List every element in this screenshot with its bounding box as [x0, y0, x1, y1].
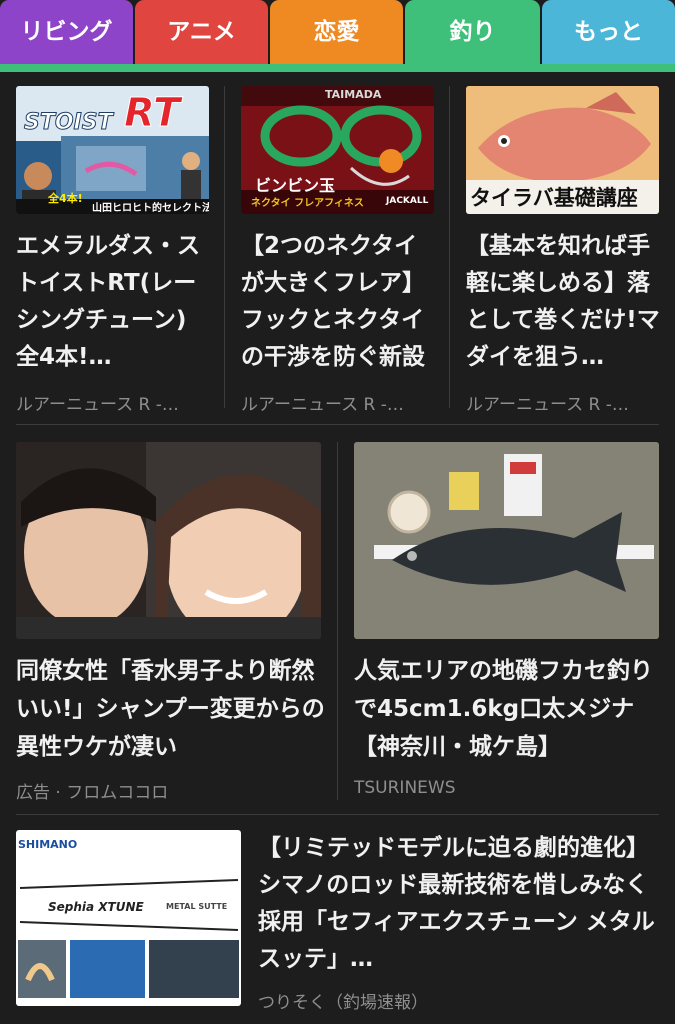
thumb-sub-text: RT: [123, 90, 181, 137]
column-divider: [337, 442, 338, 800]
tab-fishing[interactable]: 釣り: [405, 0, 540, 72]
article-thumbnail-tairaba[interactable]: タイラバ基礎講座: [466, 86, 659, 214]
article-title[interactable]: エメラルダス・ストイストRT(レーシングチューン) 全4本!…: [16, 228, 214, 378]
column-divider: [449, 86, 450, 408]
thumb-maker-text: JACKALL: [386, 196, 429, 206]
row-divider: [16, 424, 659, 425]
thumb-brand-text: SHIMANO: [18, 838, 78, 851]
category-tab-bar: リビング アニメ 恋愛 釣り もっと: [0, 0, 675, 72]
thumb-brand-text: STOIST: [24, 110, 114, 136]
article-thumbnail-sephia-xtune[interactable]: SHIMANO Sephia XTUNE METAL SUTTE: [16, 830, 241, 1006]
column-divider: [224, 86, 225, 408]
article-title[interactable]: 【リミテッドモデルに迫る劇的進化】シマノのロッド最新技術を惜しみなく採用「セフィ…: [258, 830, 663, 980]
article-source: TSURINEWS: [354, 778, 456, 798]
thumb-tag-text: 山田ヒロヒト的セレクト法: [92, 203, 209, 214]
thumb-caption-text: タイラバ基礎講座: [470, 186, 638, 210]
ad-thumbnail-couple-photo[interactable]: [16, 442, 321, 639]
thumb-brand-text: TAIMADA: [325, 88, 382, 101]
article-title[interactable]: 【基本を知れば手軽に楽しめる】落として巻くだけ!マダイを狙う…: [466, 228, 664, 378]
row-divider: [16, 814, 659, 815]
tab-anime[interactable]: アニメ: [135, 0, 268, 64]
tab-more[interactable]: もっと: [542, 0, 675, 64]
thumb-banner-text: 全4本!: [48, 192, 83, 205]
ad-source-label: 広告 · フロムココロ: [16, 783, 169, 803]
article-thumbnail-binbin-dama[interactable]: TAIMADA ビンビン玉 ネクタイ フレアフィネス JACKALL: [241, 86, 434, 214]
tab-living[interactable]: リビング: [0, 0, 133, 64]
ad-title[interactable]: 同僚女性「香水男子より断然いい!」シャンプー変更からの異性ウケが凄い: [16, 652, 332, 772]
thumb-product-text: Sephia XTUNE: [48, 900, 144, 914]
article-title[interactable]: 【2つのネクタイが大きくフレア】フックとネクタイの干渉を防ぐ新設計!…: [241, 228, 439, 378]
article-source: ルアーニュース R -…: [241, 395, 404, 415]
article-source: ルアーニュース R -…: [16, 395, 179, 415]
thumb-main-text: ビンビン玉: [255, 176, 336, 195]
article-thumbnail-stoist[interactable]: STOIST RT 全4本! 山田ヒロヒト的セレクト法: [16, 86, 209, 214]
article-thumbnail-mejina-fish[interactable]: [354, 442, 659, 639]
active-tab-indicator: [0, 64, 675, 72]
tab-romance[interactable]: 恋愛: [270, 0, 403, 64]
thumb-sub-text: METAL SUTTE: [166, 902, 228, 911]
article-source: つりそく（釣場速報）: [258, 993, 428, 1013]
thumb-sub-text: ネクタイ フレアフィネス: [251, 198, 364, 209]
article-title[interactable]: 人気エリアの地磯フカセ釣りで45cm1.6kg口太メジナ【神奈川・城ケ島】: [354, 652, 664, 772]
article-source: ルアーニュース R -…: [466, 395, 629, 415]
